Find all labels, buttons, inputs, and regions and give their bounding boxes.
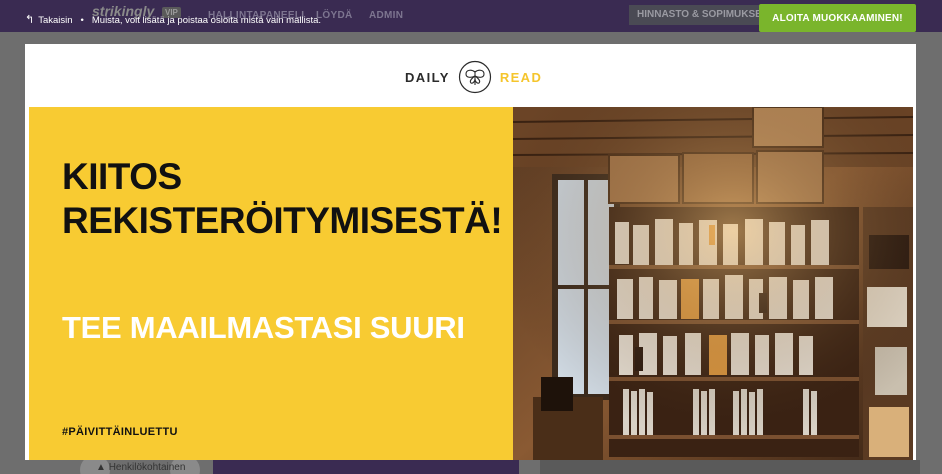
template-preview: DAILY READ KIITOS REKISTERÖITYMISESTÄ! T…: [25, 44, 916, 460]
bookstore-image: [513, 107, 913, 460]
butterfly-book-icon: [458, 60, 491, 94]
site-logo[interactable]: DAILY READ: [405, 60, 542, 94]
back-label[interactable]: Takaisin: [38, 15, 72, 26]
site-header: DAILY READ: [25, 44, 916, 107]
bookstore-photo: [513, 107, 913, 460]
overlay-notice: Muista, voit lisätä ja poistaa osioita m…: [91, 15, 322, 26]
dashboard-panel: [540, 460, 920, 474]
brand-read: READ: [499, 69, 543, 85]
hero-title: KIITOS REKISTERÖITYMISESTÄ!: [62, 156, 503, 241]
back-arrow-icon: ↰: [25, 14, 35, 26]
hero-section: KIITOS REKISTERÖITYMISESTÄ! TEE MAAILMAS…: [29, 107, 913, 460]
person-icon: ▲: [96, 462, 106, 473]
dashboard-panel: [213, 460, 519, 474]
nav-admin[interactable]: ADMIN: [369, 10, 403, 21]
person-label: ▲ Henkilökohtainen: [96, 462, 185, 473]
pricing-button[interactable]: HINNASTO & SOPIMUKSET: [629, 5, 761, 25]
start-editing-button[interactable]: ALOITA MUOKKAAMINEN!: [759, 4, 916, 32]
nav-discover[interactable]: LÖYDÄ: [316, 10, 353, 21]
separator: •: [80, 15, 84, 26]
back-link[interactable]: ↰ Takaisin • Muista, voit lisätä ja pois…: [25, 14, 322, 27]
hero-text-panel: KIITOS REKISTERÖITYMISESTÄ! TEE MAAILMAS…: [29, 107, 513, 460]
person-label-text: Henkilökohtainen: [108, 462, 186, 473]
brand-daily: DAILY: [405, 69, 450, 85]
hero-hashtag: #PÄIVITTÄINLUETTU: [62, 426, 178, 438]
hero-subtitle: TEE MAAILMASTASI SUURI: [62, 310, 465, 345]
